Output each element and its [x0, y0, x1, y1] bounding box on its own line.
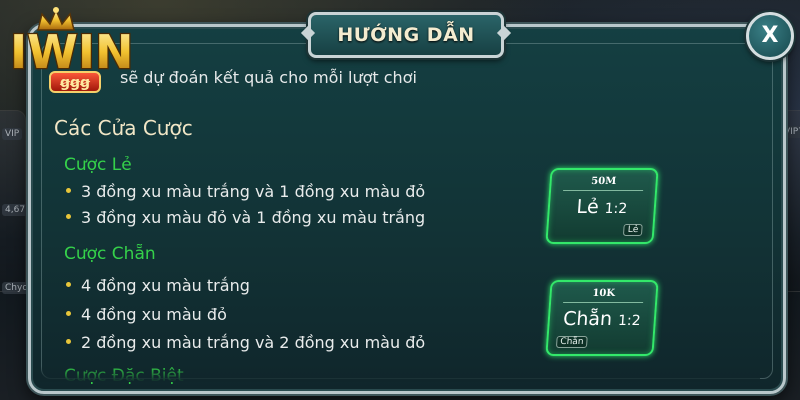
section-heading: Các Cửa Cược [54, 116, 193, 140]
bet-card-divider [563, 302, 644, 303]
list-item: 4 đồng xu màu trắng [66, 276, 250, 295]
modal-title-plaque: HƯỚNG DẪN [308, 12, 504, 58]
list-item-text: 2 đồng xu màu trắng và 2 đồng xu màu đỏ [81, 333, 426, 352]
even-bet-card: 10K Chẵn 1:2 Chẵn [545, 280, 659, 356]
list-item-text: 3 đồng xu màu đỏ và 1 đồng xu màu trắng [81, 208, 426, 227]
bet-card-divider [563, 190, 644, 191]
list-item-text: 3 đồng xu màu trắng và 1 đồng xu màu đỏ [81, 182, 426, 201]
brand-logo-sub: ꞡꞡꞡ [59, 75, 91, 91]
brand-logo-text: IWIN [10, 25, 133, 79]
bullet-dot-icon [66, 214, 71, 219]
bet-card-name: Lẻ 1:2 [549, 196, 655, 218]
brand-logo-badge: ꞡꞡꞡ [49, 71, 101, 93]
odd-bet-heading: Cược Lẻ [64, 155, 132, 175]
bet-card-label: Lẻ [575, 196, 600, 218]
brand-logo: IWIN ꞡꞡꞡ [9, 7, 135, 93]
bullet-dot-icon [66, 188, 71, 193]
bet-card-ratio: 1:2 [604, 201, 628, 217]
list-item: 3 đồng xu màu trắng và 1 đồng xu màu đỏ [66, 182, 425, 201]
list-item: 2 đồng xu màu trắng và 2 đồng xu màu đỏ [66, 333, 425, 352]
close-icon: X [761, 23, 779, 48]
bet-card-ratio: 1:2 [617, 313, 642, 329]
bullet-dot-icon [66, 282, 71, 287]
bet-card-tag: Lẻ [623, 224, 643, 236]
bet-card-label: Chẵn [562, 308, 613, 330]
bullet-dot-icon [66, 311, 71, 316]
bet-card-name: Chẵn 1:2 [549, 308, 655, 330]
close-button[interactable]: X [746, 12, 794, 60]
scroll-fade [40, 366, 760, 382]
list-item-text: 4 đồng xu màu trắng [81, 276, 250, 295]
odd-bet-card: 50M Lẻ 1:2 Lẻ [545, 168, 659, 244]
list-item: 4 đồng xu màu đỏ [66, 305, 227, 324]
bet-card-tag: Chẵn [555, 336, 588, 348]
bet-card-stake: 10K [592, 288, 616, 299]
even-bet-heading: Cược Chẵn [64, 244, 156, 264]
list-item-text: 4 đồng xu màu đỏ [81, 305, 227, 324]
intro-text: sẽ dự đoán kết quả cho mỗi lượt chơi [120, 68, 417, 87]
modal-title: HƯỚNG DẪN [337, 24, 475, 46]
bet-card-stake: 50M [590, 176, 617, 187]
list-item: 3 đồng xu màu đỏ và 1 đồng xu màu trắng [66, 208, 425, 227]
bullet-dot-icon [66, 339, 71, 344]
